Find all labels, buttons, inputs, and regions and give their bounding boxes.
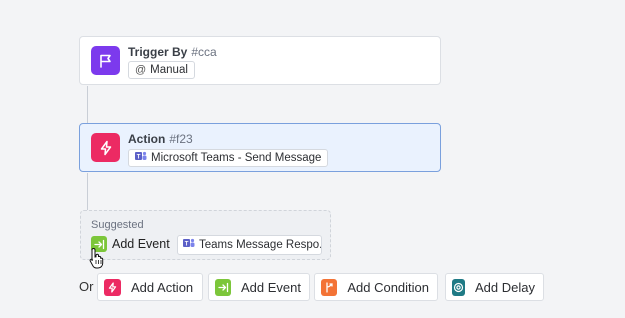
flag-icon [91,46,120,75]
action-title-text: Action [128,132,166,146]
hand-cursor-icon [89,247,105,274]
add-delay-label: Add Delay [475,279,535,295]
add-event-button[interactable]: Add Event [208,273,310,301]
trigger-id: #cca [191,45,217,59]
add-action-label: Add Action [131,279,194,295]
action-card[interactable]: Action #f23 T Microsoft Teams - Send Mess… [79,123,441,172]
bolt-icon [104,278,121,296]
suggested-add-event[interactable]: Add Event [112,237,170,251]
suggested-label: Suggested [91,219,144,231]
connector-line-bottom [87,173,88,210]
add-event-label: Add Event [241,279,301,295]
add-delay-button[interactable]: Add Delay [445,273,544,301]
event-icon [215,278,231,296]
add-action-button[interactable]: Add Action [97,273,203,301]
trigger-title-text: Trigger By [128,45,188,59]
svg-text:T: T [137,155,141,161]
svg-text:T: T [185,242,189,248]
action-id: #f23 [169,132,193,146]
trigger-title: Trigger By #cca [128,45,217,59]
bolt-icon [91,133,120,162]
teams-icon: T [183,238,195,252]
trigger-chip-label: Manual [150,64,188,76]
connector-line-top [87,86,88,123]
trigger-chip[interactable]: @ Manual [128,61,195,79]
trigger-card[interactable]: Trigger By #cca @ Manual [79,36,441,85]
suggested-chip[interactable]: T Teams Message Respo... [177,235,322,255]
suggested-panel: Suggested Add Event T Teams Message Resp… [80,210,331,260]
add-condition-button[interactable]: Add Condition [314,273,438,301]
branch-icon [321,278,338,296]
action-title: Action #f23 [128,132,193,146]
action-chip[interactable]: T Microsoft Teams - Send Message [128,149,329,167]
at-sign-icon: @ [135,64,147,76]
suggested-chip-label: Teams Message Respo... [199,239,322,251]
teams-icon: T [135,151,147,165]
add-condition-label: Add Condition [347,279,429,295]
or-label: Or [79,279,94,294]
action-chip-label: Microsoft Teams - Send Message [151,152,322,164]
delay-icon [452,278,466,296]
